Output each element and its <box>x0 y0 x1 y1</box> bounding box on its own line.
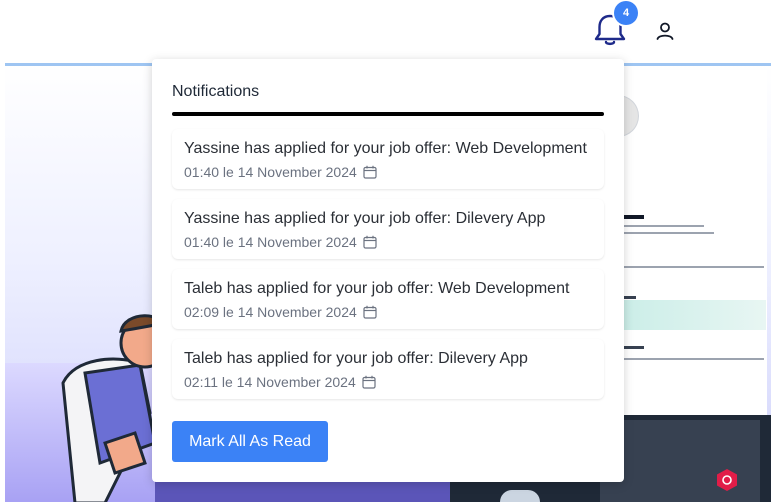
title-divider <box>172 112 604 116</box>
resume-line <box>624 232 714 234</box>
mark-all-read-button[interactable]: Mark All As Read <box>172 421 328 462</box>
calendar-icon <box>362 375 376 389</box>
app-logo-icon <box>717 469 737 491</box>
notification-message: Taleb has applied for your job offer: We… <box>184 280 570 297</box>
notification-time-text: 02:11 le 14 November 2024 <box>184 374 356 390</box>
notification-list: Yassine has applied for your job offer: … <box>172 129 604 409</box>
resume-highlight <box>612 300 766 330</box>
notification-item[interactable]: Yassine has applied for your job offer: … <box>172 129 604 189</box>
notification-timestamp: 02:11 le 14 November 2024 <box>184 374 376 390</box>
resume-heading <box>624 296 636 299</box>
calendar-icon <box>363 235 377 249</box>
notification-time-text: 01:40 le 14 November 2024 <box>184 234 357 250</box>
notification-timestamp: 01:40 le 14 November 2024 <box>184 234 377 250</box>
resume-line <box>624 358 764 360</box>
resume-line <box>624 225 704 227</box>
notifications-panel: Notifications Yassine has applied for yo… <box>152 59 624 482</box>
calendar-icon <box>363 305 377 319</box>
notification-count-badge: 4 <box>614 1 638 25</box>
user-icon <box>656 22 674 40</box>
calendar-icon <box>363 165 377 179</box>
notification-timestamp: 01:40 le 14 November 2024 <box>184 164 377 180</box>
resume-heading <box>624 346 644 349</box>
resume-line <box>624 266 764 268</box>
resume-name <box>624 215 644 219</box>
notification-message: Yassine has applied for your job offer: … <box>184 140 587 157</box>
notification-item[interactable]: Taleb has applied for your job offer: We… <box>172 269 604 329</box>
notification-timestamp: 02:09 le 14 November 2024 <box>184 304 377 320</box>
notification-message: Yassine has applied for your job offer: … <box>184 210 546 227</box>
notification-item[interactable]: Yassine has applied for your job offer: … <box>172 199 604 259</box>
notifications-title: Notifications <box>172 83 260 100</box>
laptop-stand <box>500 490 540 502</box>
notification-item[interactable]: Taleb has applied for your job offer: Di… <box>172 339 604 399</box>
notification-time-text: 02:09 le 14 November 2024 <box>184 304 357 320</box>
profile-button[interactable] <box>654 20 676 42</box>
notification-message: Taleb has applied for your job offer: Di… <box>184 350 528 367</box>
notification-time-text: 01:40 le 14 November 2024 <box>184 164 357 180</box>
top-bar: 4 <box>0 0 771 62</box>
